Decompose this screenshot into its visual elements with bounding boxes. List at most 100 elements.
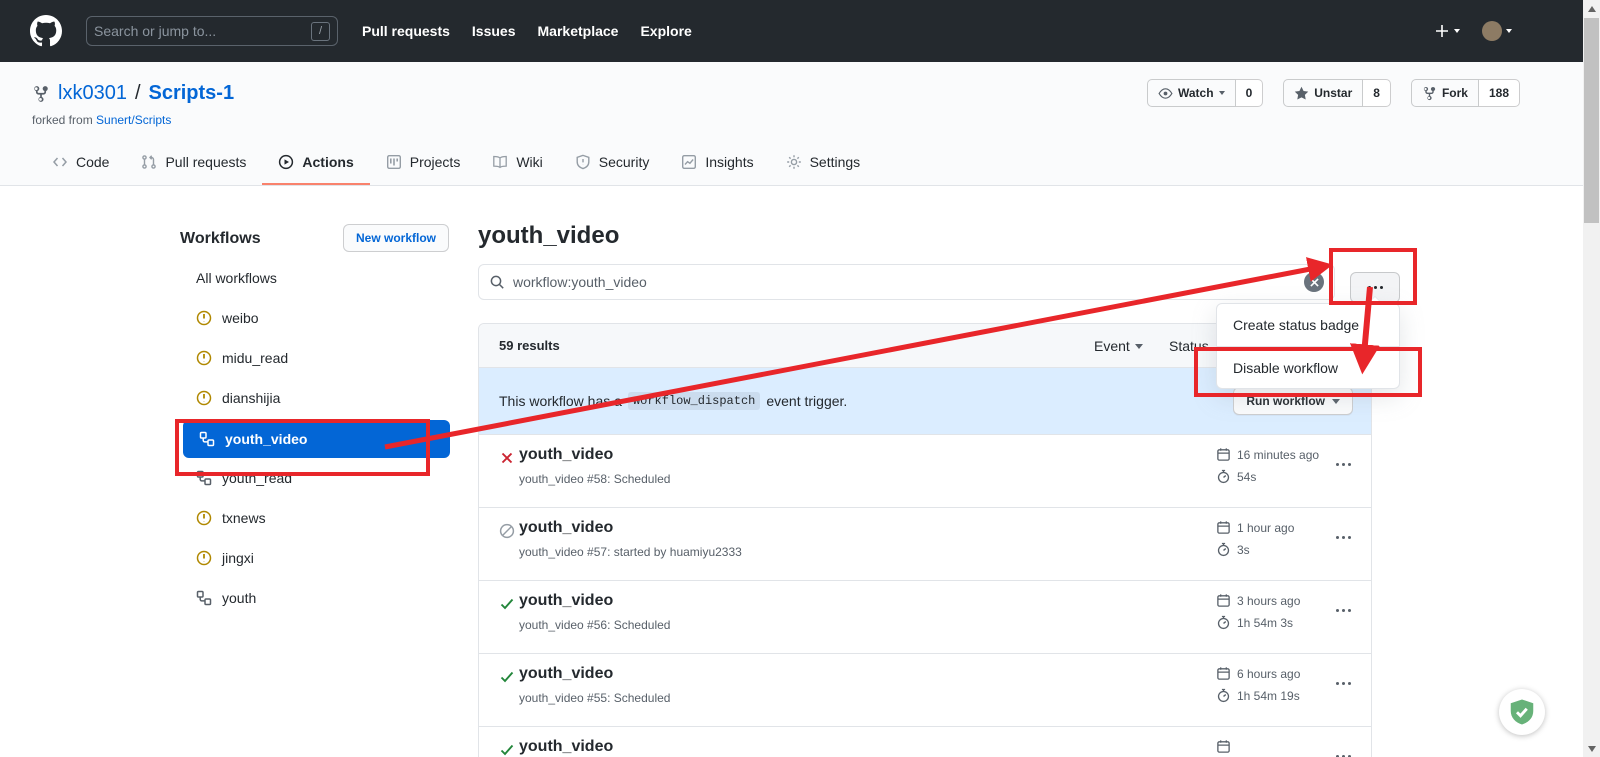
run-duration-label: 1h 54m 3s bbox=[1237, 616, 1293, 630]
fork-icon bbox=[1422, 86, 1437, 101]
nav-marketplace[interactable]: Marketplace bbox=[538, 23, 619, 39]
event-filter[interactable]: Event bbox=[1094, 338, 1143, 354]
new-workflow-button[interactable]: New workflow bbox=[343, 224, 449, 252]
workflow-label: txnews bbox=[222, 510, 266, 526]
fork-label: Fork bbox=[1442, 86, 1468, 100]
stopwatch-icon bbox=[1216, 469, 1231, 484]
github-actions-page: / Pull requests Issues Marketplace Explo… bbox=[0, 0, 1600, 757]
run-row: youth_video youth_video #57: started by … bbox=[479, 507, 1371, 580]
tab-pull-requests[interactable]: Pull requests bbox=[125, 141, 262, 185]
repo-name-link[interactable]: Scripts-1 bbox=[149, 82, 235, 105]
repo-owner-link[interactable]: lxk0301 bbox=[58, 82, 127, 105]
github-logo-icon[interactable] bbox=[30, 15, 62, 47]
sidebar-item-dianshijia[interactable]: dianshijia bbox=[180, 378, 450, 418]
run-row: youth_video youth_video #55: Scheduled 6… bbox=[479, 653, 1371, 726]
nav-pull-requests[interactable]: Pull requests bbox=[362, 23, 450, 39]
calendar-icon bbox=[1216, 739, 1231, 754]
fork-count[interactable]: 188 bbox=[1479, 79, 1520, 107]
tab-insights[interactable]: Insights bbox=[665, 141, 769, 185]
slash-key-hint: / bbox=[311, 22, 330, 41]
cancelled-icon bbox=[499, 523, 515, 539]
workflow-label: youth bbox=[222, 590, 256, 606]
tab-projects[interactable]: Projects bbox=[370, 141, 477, 185]
run-title[interactable]: youth_video bbox=[519, 446, 613, 464]
book-icon bbox=[492, 154, 508, 170]
workflow-label: jingxi bbox=[222, 550, 254, 566]
repo-title: lxk0301 / Scripts-1 bbox=[32, 82, 234, 105]
run-options-button[interactable] bbox=[1336, 463, 1351, 466]
run-title[interactable]: youth_video bbox=[519, 665, 613, 683]
tab-code[interactable]: Code bbox=[36, 141, 125, 185]
page-title: youth_video bbox=[478, 222, 619, 250]
run-duration: 1h 54m 3s bbox=[1216, 615, 1293, 630]
user-menu-button[interactable] bbox=[1482, 21, 1512, 41]
menu-item-disable-workflow[interactable]: Disable workflow bbox=[1217, 346, 1399, 388]
run-title[interactable]: youth_video bbox=[519, 738, 613, 756]
tab-security[interactable]: Security bbox=[559, 141, 666, 185]
scroll-down-button[interactable] bbox=[1583, 740, 1600, 757]
workflow-label: dianshijia bbox=[222, 390, 280, 406]
nav-explore[interactable]: Explore bbox=[640, 23, 691, 39]
fork-source-link[interactable]: Sunert/Scripts bbox=[96, 113, 171, 127]
watch-button[interactable]: Watch bbox=[1147, 79, 1236, 107]
run-options-button[interactable] bbox=[1336, 682, 1351, 685]
run-title[interactable]: youth_video bbox=[519, 519, 613, 537]
nav-issues[interactable]: Issues bbox=[472, 23, 516, 39]
run-duration: 3s bbox=[1216, 542, 1250, 557]
avatar bbox=[1482, 21, 1502, 41]
warning-icon bbox=[196, 550, 212, 566]
sidebar-item-youth-video[interactable]: youth_video bbox=[183, 420, 450, 458]
close-icon bbox=[1310, 278, 1319, 287]
unstar-button[interactable]: Unstar bbox=[1283, 79, 1363, 107]
scroll-up-button[interactable] bbox=[1583, 0, 1600, 17]
repo-tabs: Code Pull requests Actions Projects Wiki… bbox=[36, 141, 876, 185]
tab-wiki[interactable]: Wiki bbox=[476, 141, 558, 185]
create-new-button[interactable] bbox=[1434, 23, 1460, 39]
fork-button[interactable]: Fork bbox=[1411, 79, 1479, 107]
sidebar-item-all-workflows[interactable]: All workflows bbox=[180, 258, 450, 298]
graph-icon bbox=[681, 154, 697, 170]
x-icon bbox=[499, 450, 515, 466]
sidebar-item-youth[interactable]: youth bbox=[180, 578, 450, 618]
scrollbar-thumb[interactable] bbox=[1584, 18, 1599, 223]
sidebar-item-weibo[interactable]: weibo bbox=[180, 298, 450, 338]
run-time: 16 minutes ago bbox=[1216, 447, 1319, 462]
menu-item-create-status-badge[interactable]: Create status badge bbox=[1217, 304, 1399, 346]
sidebar-item-jingxi[interactable]: jingxi bbox=[180, 538, 450, 578]
run-row: youth_video youth_video #58: Scheduled 1… bbox=[479, 434, 1371, 507]
sidebar-item-txnews[interactable]: txnews bbox=[180, 498, 450, 538]
run-options-button[interactable] bbox=[1336, 609, 1351, 612]
tab-label: Wiki bbox=[516, 154, 542, 170]
page-scrollbar[interactable] bbox=[1583, 0, 1600, 757]
tab-settings[interactable]: Settings bbox=[770, 141, 877, 185]
calendar-icon bbox=[1216, 666, 1231, 681]
star-icon bbox=[1294, 86, 1309, 101]
run-workflow-button[interactable]: Run workflow bbox=[1233, 387, 1353, 415]
watch-count[interactable]: 0 bbox=[1236, 79, 1264, 107]
workflow-search-input[interactable] bbox=[513, 274, 1304, 290]
star-group: Unstar 8 bbox=[1283, 79, 1391, 107]
run-title[interactable]: youth_video bbox=[519, 592, 613, 610]
repo-separator: / bbox=[135, 82, 141, 105]
eye-icon bbox=[1158, 86, 1173, 101]
clear-search-button[interactable] bbox=[1304, 272, 1324, 292]
sidebar-item-youth-read[interactable]: youth_read bbox=[180, 458, 450, 498]
check-icon bbox=[499, 742, 515, 757]
run-options-button[interactable] bbox=[1336, 536, 1351, 539]
gear-icon bbox=[786, 154, 802, 170]
workflow-label: All workflows bbox=[196, 270, 277, 286]
global-search-input[interactable] bbox=[94, 23, 311, 39]
tab-actions[interactable]: Actions bbox=[262, 141, 369, 185]
sidebar-item-midu-read[interactable]: midu_read bbox=[180, 338, 450, 378]
banner-text-suffix: event trigger. bbox=[766, 393, 847, 409]
calendar-icon bbox=[1216, 447, 1231, 462]
adguard-shield-button[interactable] bbox=[1499, 689, 1545, 735]
status-filter[interactable]: Status bbox=[1169, 338, 1209, 354]
star-count[interactable]: 8 bbox=[1363, 79, 1391, 107]
repo-fork-icon bbox=[32, 85, 50, 103]
run-time-label: 16 minutes ago bbox=[1237, 448, 1319, 462]
workflow-label: youth_read bbox=[222, 470, 292, 486]
run-row: youth_video bbox=[479, 726, 1371, 757]
run-time-label: 6 hours ago bbox=[1237, 667, 1300, 681]
workflow-icon bbox=[196, 590, 212, 606]
